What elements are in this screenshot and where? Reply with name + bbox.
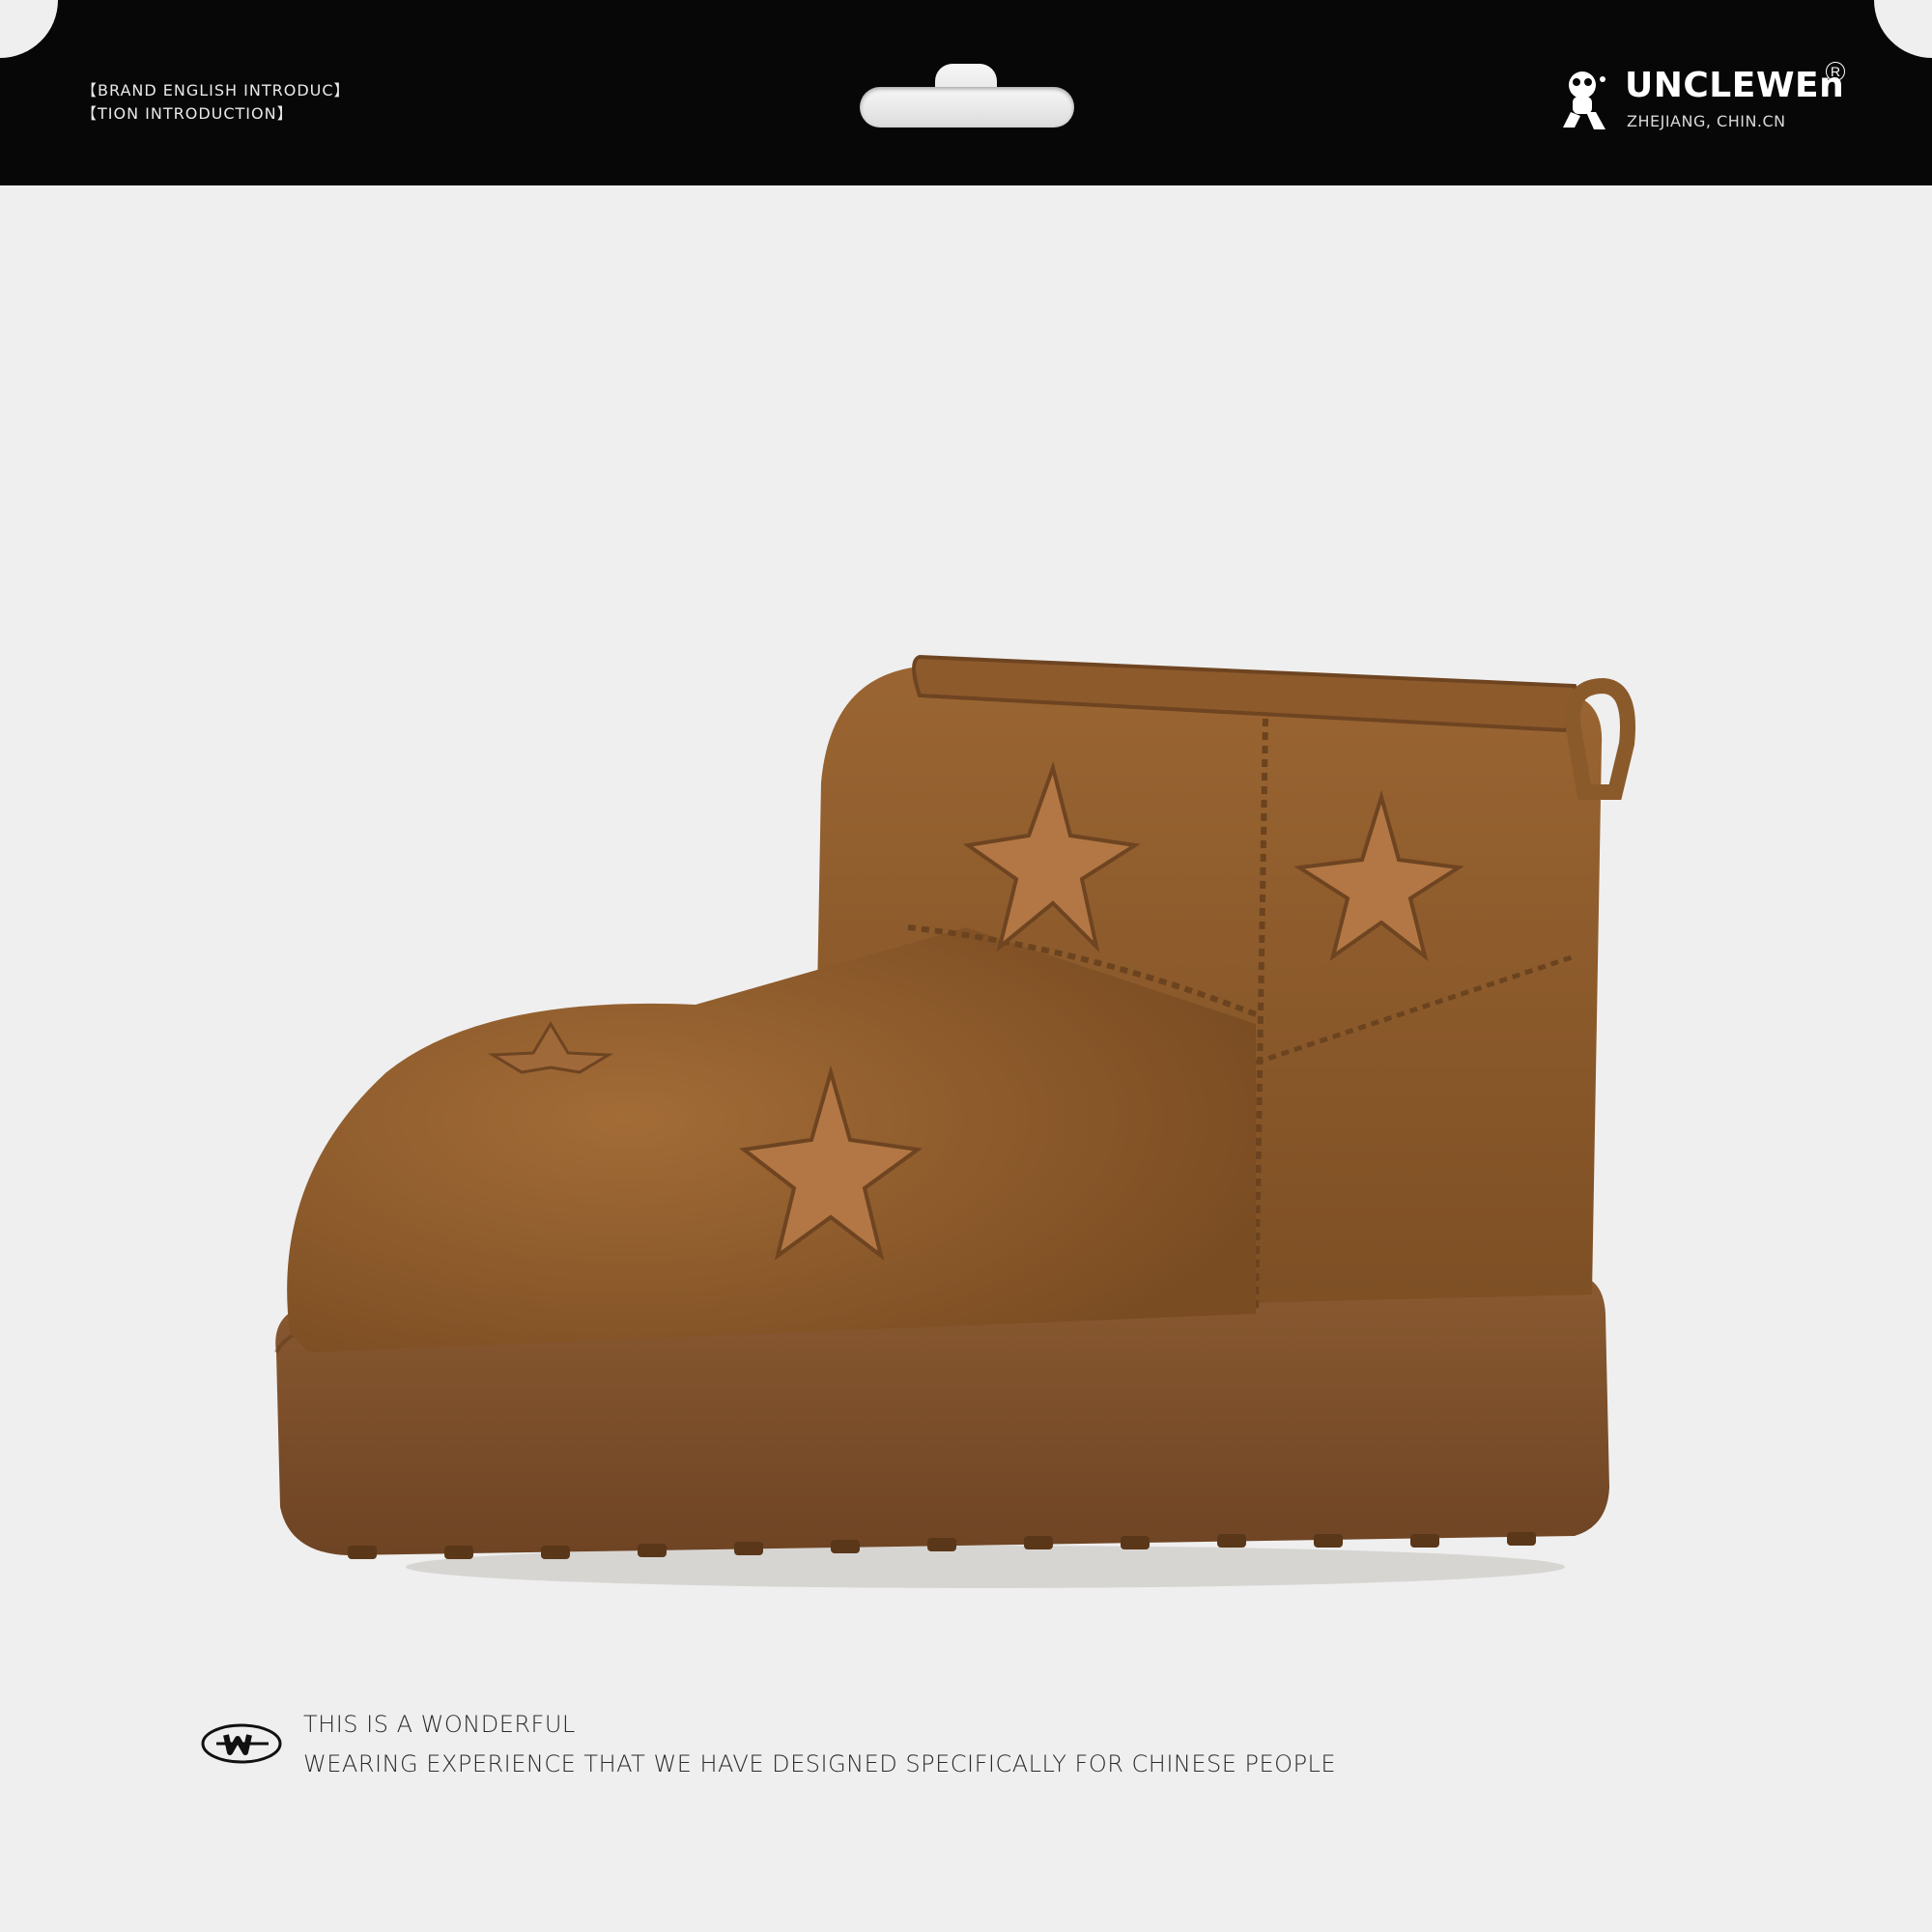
brand-location: ZHEJIANG, CHIN.CN [1627,112,1786,130]
boot-shadow [406,1546,1565,1588]
hanger-slot [860,87,1074,128]
brand-name: UNCLEWEn [1625,66,1845,105]
brand-block: UNCLEWEn R ZHEJIANG, CHIN.CN [1557,62,1857,139]
product-poster: 【BRAND ENGLISH INTRODUC】 【TION INTRODUCT… [0,0,1932,1932]
brand-intro-line-1: 【BRAND ENGLISH INTRODUC】 [81,81,351,99]
brand-mascot-icon [1563,71,1605,129]
boot-toe [287,927,1257,1352]
brand-intro-line-2: 【TION INTRODUCTION】 [81,104,294,123]
registered-mark: R [1826,62,1845,81]
tagline-line-2: WEARING EXPERIENCE THAT WE HAVE DESIGNED… [303,1750,1337,1777]
w-badge-icon [201,1723,282,1764]
brand-intro-text: 【BRAND ENGLISH INTRODUC】 【TION INTRODUCT… [81,79,351,126]
tagline-line-1: THIS IS A WONDERFUL [303,1711,576,1738]
boot-illustration [274,654,1635,1588]
